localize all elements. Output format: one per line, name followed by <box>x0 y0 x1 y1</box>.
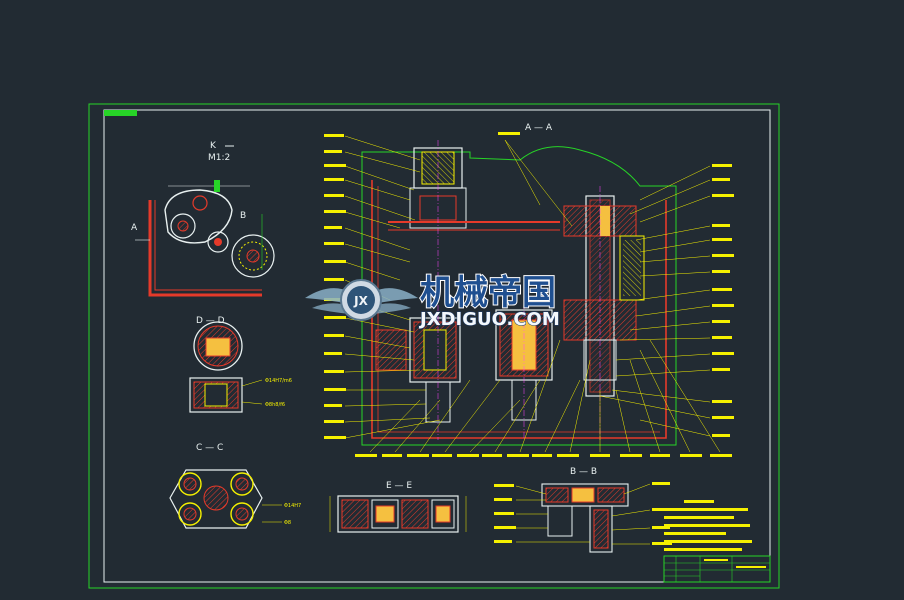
view-bb-label: B — B <box>570 467 597 477</box>
drawing-svg: K M1:2 A B D — D Φ14H7/m6 Φ8h8/f6 C — C … <box>88 103 780 589</box>
view-b-marker: B <box>240 211 246 221</box>
view-cc: C — C Φ14H7 Φ8 <box>169 443 301 529</box>
view-k-scale: M1:2 <box>208 153 230 163</box>
svg-text:Φ8h8/f6: Φ8h8/f6 <box>265 402 285 408</box>
watermark-title: 机械帝国 <box>420 273 556 313</box>
view-cc-label: C — C <box>196 443 223 453</box>
svg-text:Φ14H7: Φ14H7 <box>284 503 301 509</box>
view-a-marker: A <box>131 223 138 233</box>
view-dd-label: D — D <box>196 316 225 326</box>
svg-text:Φ14H7/m6: Φ14H7/m6 <box>265 378 292 384</box>
view-ee-label: E — E <box>386 481 412 491</box>
svg-text:Φ8: Φ8 <box>284 520 291 526</box>
view-k-label: K <box>210 141 217 151</box>
watermark: JX 机械帝国 JXDIGUO.COM <box>305 272 560 331</box>
view-dd: D — D Φ14H7/m6 Φ8h8/f6 <box>189 316 292 413</box>
cad-drawing-canvas: K M1:2 A B D — D Φ14H7/m6 Φ8h8/f6 C — C … <box>0 0 904 600</box>
title-block <box>663 555 771 583</box>
frame-tag <box>104 110 137 116</box>
view-aa-label: A — A <box>525 123 553 133</box>
view-ee: E — E <box>329 481 467 533</box>
view-k: K M1:2 A B <box>131 141 275 297</box>
logo-text: JX <box>353 294 368 308</box>
watermark-url: JXDIGUO.COM <box>418 309 560 330</box>
view-bb: B — B <box>494 467 672 553</box>
technical-notes <box>664 500 752 551</box>
